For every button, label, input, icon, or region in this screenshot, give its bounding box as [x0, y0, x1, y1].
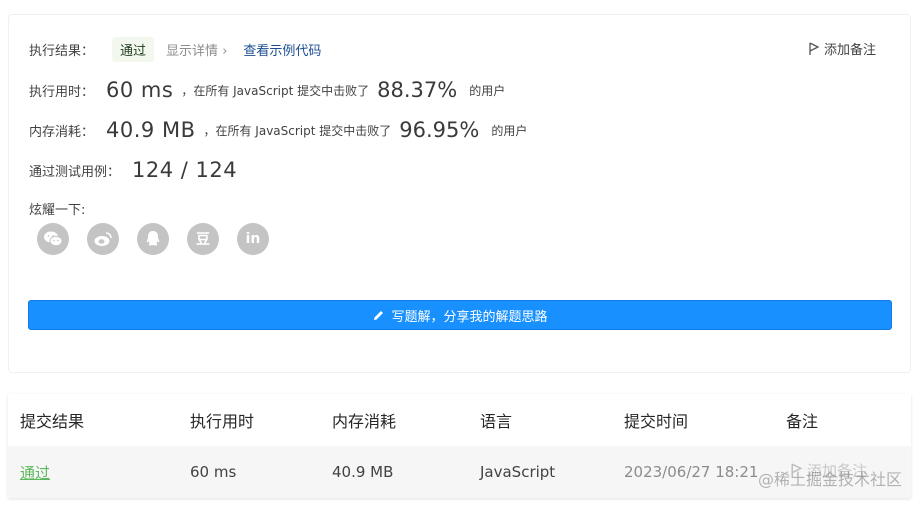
view-sample-code-link[interactable]: 查看示例代码: [243, 40, 321, 59]
qq-icon[interactable]: [137, 223, 169, 255]
runtime-value: 60 ms: [106, 78, 174, 102]
pencil-icon: [374, 310, 384, 320]
runtime-percentile: 88.37%: [377, 78, 458, 102]
row-memory: 40.9 MB: [332, 463, 394, 481]
memory-value: 40.9 MB: [106, 118, 196, 142]
memory-tail: 的用户: [491, 123, 528, 138]
table-header: 提交结果 执行用时 内存消耗 语言 提交时间 备注: [8, 394, 911, 446]
row-runtime: 60 ms: [190, 463, 237, 481]
linkedin-icon[interactable]: in: [237, 223, 269, 255]
tests-value: 124 / 124: [132, 158, 238, 182]
header-result: 提交结果: [20, 412, 85, 431]
result-row: 执行结果： 通过 显示详情 › 查看示例代码: [29, 36, 321, 62]
header-language: 语言: [480, 412, 513, 431]
header-runtime: 执行用时: [190, 412, 255, 431]
wechat-icon[interactable]: [37, 223, 69, 255]
watermark: @稀土掘金技术社区: [757, 470, 902, 489]
show-details-link[interactable]: 显示详情 ›: [166, 40, 227, 59]
row-result-link[interactable]: 通过: [20, 446, 50, 498]
runtime-text: ，在所有 JavaScript 提交中击败了: [181, 83, 370, 98]
weibo-icon[interactable]: [87, 223, 119, 255]
tests-label: 通过测试用例：: [29, 164, 121, 180]
chevron-right-icon: ›: [222, 43, 228, 59]
submission-summary-card: 执行结果： 通过 显示详情 › 查看示例代码 添加备注 执行用时： 60 ms …: [8, 14, 911, 373]
row-language: JavaScript: [480, 463, 556, 481]
header-note: 备注: [786, 412, 819, 431]
flag-icon: [809, 41, 820, 55]
memory-row: 内存消耗： 40.9 MB ，在所有 JavaScript 提交中击败了 96.…: [29, 115, 527, 145]
tests-row: 通过测试用例： 124 / 124: [29, 155, 237, 185]
runtime-row: 执行用时： 60 ms ，在所有 JavaScript 提交中击败了 88.37…: [29, 75, 505, 105]
share-row: 炫耀一下:: [29, 198, 85, 218]
header-memory: 内存消耗: [332, 412, 397, 431]
douban-icon[interactable]: 豆: [187, 223, 219, 255]
write-solution-button[interactable]: 写题解，分享我的解题思路: [28, 300, 892, 330]
share-label: 炫耀一下:: [29, 202, 86, 218]
memory-label: 内存消耗：: [29, 124, 95, 140]
result-label: 执行结果：: [29, 43, 95, 59]
runtime-tail: 的用户: [469, 83, 506, 98]
status-badge: 通过: [112, 36, 155, 62]
add-note-button[interactable]: 添加备注: [808, 39, 876, 58]
row-time: 2023/06/27 18:21: [624, 463, 759, 481]
runtime-label: 执行用时：: [29, 84, 95, 100]
memory-percentile: 96.95%: [399, 118, 480, 142]
header-time: 提交时间: [624, 412, 689, 431]
memory-text: ，在所有 JavaScript 提交中击败了: [203, 123, 392, 138]
share-icons: 豆 in: [37, 223, 269, 255]
